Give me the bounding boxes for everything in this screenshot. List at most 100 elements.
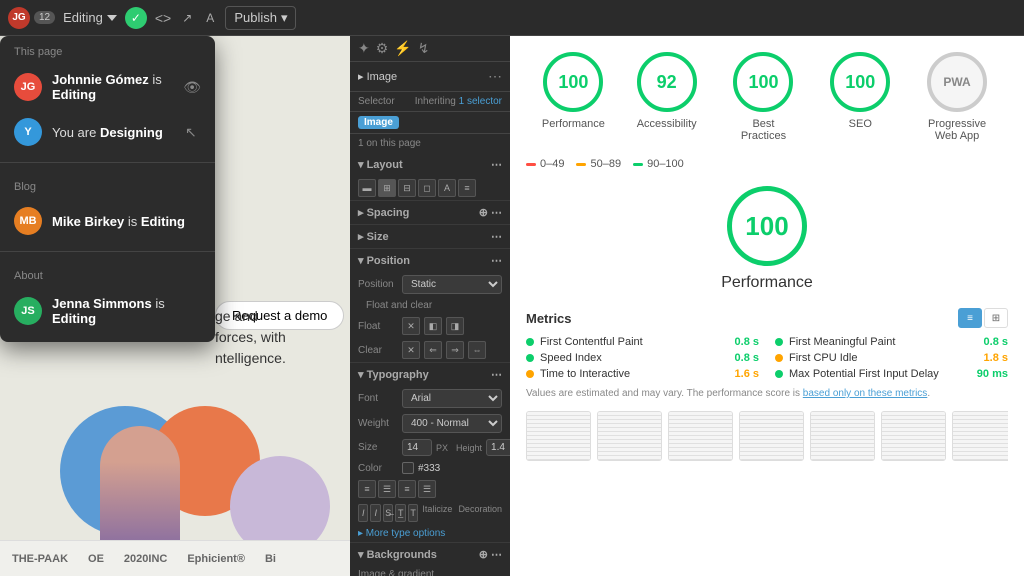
score-circle-seo: 100 [830, 52, 890, 112]
person-image [100, 426, 180, 546]
spacing-section-header[interactable]: ▸ Spacing ⊕ ⋯ [350, 201, 510, 224]
gear-icon[interactable]: ⚙ [376, 40, 389, 57]
clear-label: Clear [358, 345, 398, 356]
float-none-btn[interactable]: ✕ [402, 317, 420, 335]
lightning-icon[interactable]: ↯ [418, 40, 430, 57]
metric-name-mpfid: Max Potential First Input Delay [789, 368, 971, 380]
metric-name-fcp: First Contentful Paint [540, 336, 729, 348]
metric-dot-fcp [526, 338, 534, 346]
italic-btn[interactable]: I [358, 504, 368, 522]
display-flex-btn[interactable]: ⊞ [378, 179, 396, 197]
publish-button[interactable]: Publish ▾ [225, 6, 296, 30]
more-type-options-btn[interactable]: ▸ More type options [350, 525, 510, 542]
strikethrough-btn[interactable]: S̶ [383, 504, 393, 522]
brand-bar: THE-PAAK OE 2020INC Ephicient® Bi [0, 540, 350, 576]
float-row: Float ✕ ◧ ◨ [350, 314, 510, 338]
metric-value-fcp: 0.8 s [735, 336, 759, 348]
display-grid-btn[interactable]: ⊟ [398, 179, 416, 197]
legend-label-green: 90–100 [647, 158, 684, 170]
display-none-btn[interactable]: ◻ [418, 179, 436, 197]
position-select[interactable]: Static Relative Absolute [402, 275, 502, 294]
clear-none-btn[interactable]: ✕ [402, 341, 420, 359]
align-center-btn[interactable]: ☰ [378, 480, 396, 498]
spacing-icons: ⊕ ⋯ [479, 206, 502, 219]
score-label-accessibility: Accessibility [637, 118, 697, 130]
position-label: Position [358, 279, 398, 290]
font-size-input[interactable] [402, 439, 432, 456]
typography-icons: ⋯ [491, 368, 502, 381]
font-row: Font Arial [350, 386, 510, 411]
legend-row: 0–49 50–89 90–100 [526, 158, 1008, 170]
font-label: Font [358, 393, 398, 404]
metric-name-si: Speed Index [540, 352, 729, 364]
expand-icon[interactable]: ⋯ [488, 68, 502, 85]
metrics-note-link[interactable]: based only on these metrics [803, 388, 928, 399]
divider-2 [0, 251, 215, 252]
display-inline-btn[interactable]: A [438, 179, 456, 197]
metric-name-fci: First CPU Idle [789, 352, 978, 364]
props-toolbar: ✦ ⚙ ⚡ ↯ [350, 36, 510, 62]
user-jenna[interactable]: JS Jenna Simmons is Editing [0, 288, 215, 334]
metric-name-fmp: First Meaningful Paint [789, 336, 978, 348]
score-accessibility: 92 Accessibility [637, 52, 697, 142]
metrics-grid-view-btn[interactable]: ⊞ [984, 308, 1008, 328]
metric-value-fci: 1.8 s [984, 352, 1008, 364]
weight-select[interactable]: 400 - Normal [402, 414, 502, 433]
align-justify-btn[interactable]: ☰ [418, 480, 436, 498]
sliders-icon[interactable]: ⚡ [394, 40, 411, 57]
layout-section-header[interactable]: ▾ Layout ⋯ [350, 153, 510, 176]
big-score-label: Performance [721, 274, 813, 292]
metric-value-fmp: 0.8 s [984, 336, 1008, 348]
metrics-list-view-btn[interactable]: ≡ [958, 308, 982, 328]
display-inline2-btn[interactable]: ≡ [458, 179, 476, 197]
line-height-input[interactable] [486, 439, 510, 456]
color-swatch[interactable] [402, 462, 414, 474]
float-right-btn[interactable]: ◨ [446, 317, 464, 335]
metric-mpfid: Max Potential First Input Delay 90 ms [775, 368, 1008, 380]
position-row: Position Static Relative Absolute [350, 272, 510, 297]
score-label-pwa: Progressive Web App [922, 118, 992, 142]
props-toolbar-icons: ✦ ⚙ ⚡ ↯ [358, 40, 429, 57]
scores-row: 100 Performance 92 Accessibility 100 Bes… [526, 52, 1008, 142]
arrow-icon[interactable]: ✦ [358, 40, 370, 57]
float-left-btn[interactable]: ◧ [424, 317, 442, 335]
metric-dot-tti [526, 370, 534, 378]
underline-btn[interactable]: T̲ [395, 504, 405, 522]
big-score-circle: 100 [727, 186, 807, 266]
clear-both-btn[interactable]: ⇔ [468, 341, 486, 359]
eye-icon: 👁 [183, 79, 201, 96]
image-label: ▸ Image [358, 70, 397, 83]
position-section-header[interactable]: ▾ Position ⋯ [350, 249, 510, 272]
size-section-header[interactable]: ▸ Size ⋯ [350, 225, 510, 248]
code-toggle-button[interactable]: <> [155, 10, 171, 26]
score-pwa: PWA Progressive Web App [922, 52, 992, 142]
user-you[interactable]: Y You are Designing ↖ [0, 110, 215, 154]
lighthouse-panel: 100 Performance 92 Accessibility 100 Bes… [510, 36, 1024, 576]
align-left-btn[interactable]: ≡ [358, 480, 376, 498]
thumbnail-3 [668, 411, 733, 461]
editing-mode-button[interactable]: Editing [63, 10, 117, 25]
user-johnnie[interactable]: JG Johnnie Gómez is Editing 👁 [0, 64, 215, 110]
align-right-btn[interactable]: ≡ [398, 480, 416, 498]
font-button[interactable]: A [203, 8, 217, 28]
float-label: Float [358, 321, 398, 332]
text-transform-btn[interactable]: T [408, 504, 418, 522]
metric-value-tti: 1.6 s [735, 368, 759, 380]
typography-section-header[interactable]: ▾ Typography ⋯ [350, 363, 510, 386]
user-mike[interactable]: MB Mike Birkey is Editing [0, 199, 215, 243]
score-circle-best-practices: 100 [733, 52, 793, 112]
clear-left-btn[interactable]: ⇐ [424, 341, 442, 359]
brand-2020inc: 2020INC [124, 553, 167, 565]
backgrounds-section-header[interactable]: ▾ Backgrounds ⊕ ⋯ [350, 543, 510, 566]
hero-text-3: ntelligence. [215, 348, 286, 369]
user-status-jenna: Jenna Simmons is Editing [52, 296, 201, 326]
topbar: JG 12 Editing ✓ <> ↗ A Publish ▾ [0, 0, 1024, 36]
display-block-btn[interactable]: ▬ [358, 179, 376, 197]
score-label-performance: Performance [542, 118, 605, 130]
font-select[interactable]: Arial [402, 389, 502, 408]
metrics-header: Metrics ≡ ⊞ [526, 308, 1008, 328]
italic2-btn[interactable]: I [370, 504, 380, 522]
clear-right-btn[interactable]: ⇒ [446, 341, 464, 359]
metrics-grid: First Contentful Paint 0.8 s First Meani… [526, 336, 1008, 380]
share-button[interactable]: ↗ [179, 8, 195, 28]
